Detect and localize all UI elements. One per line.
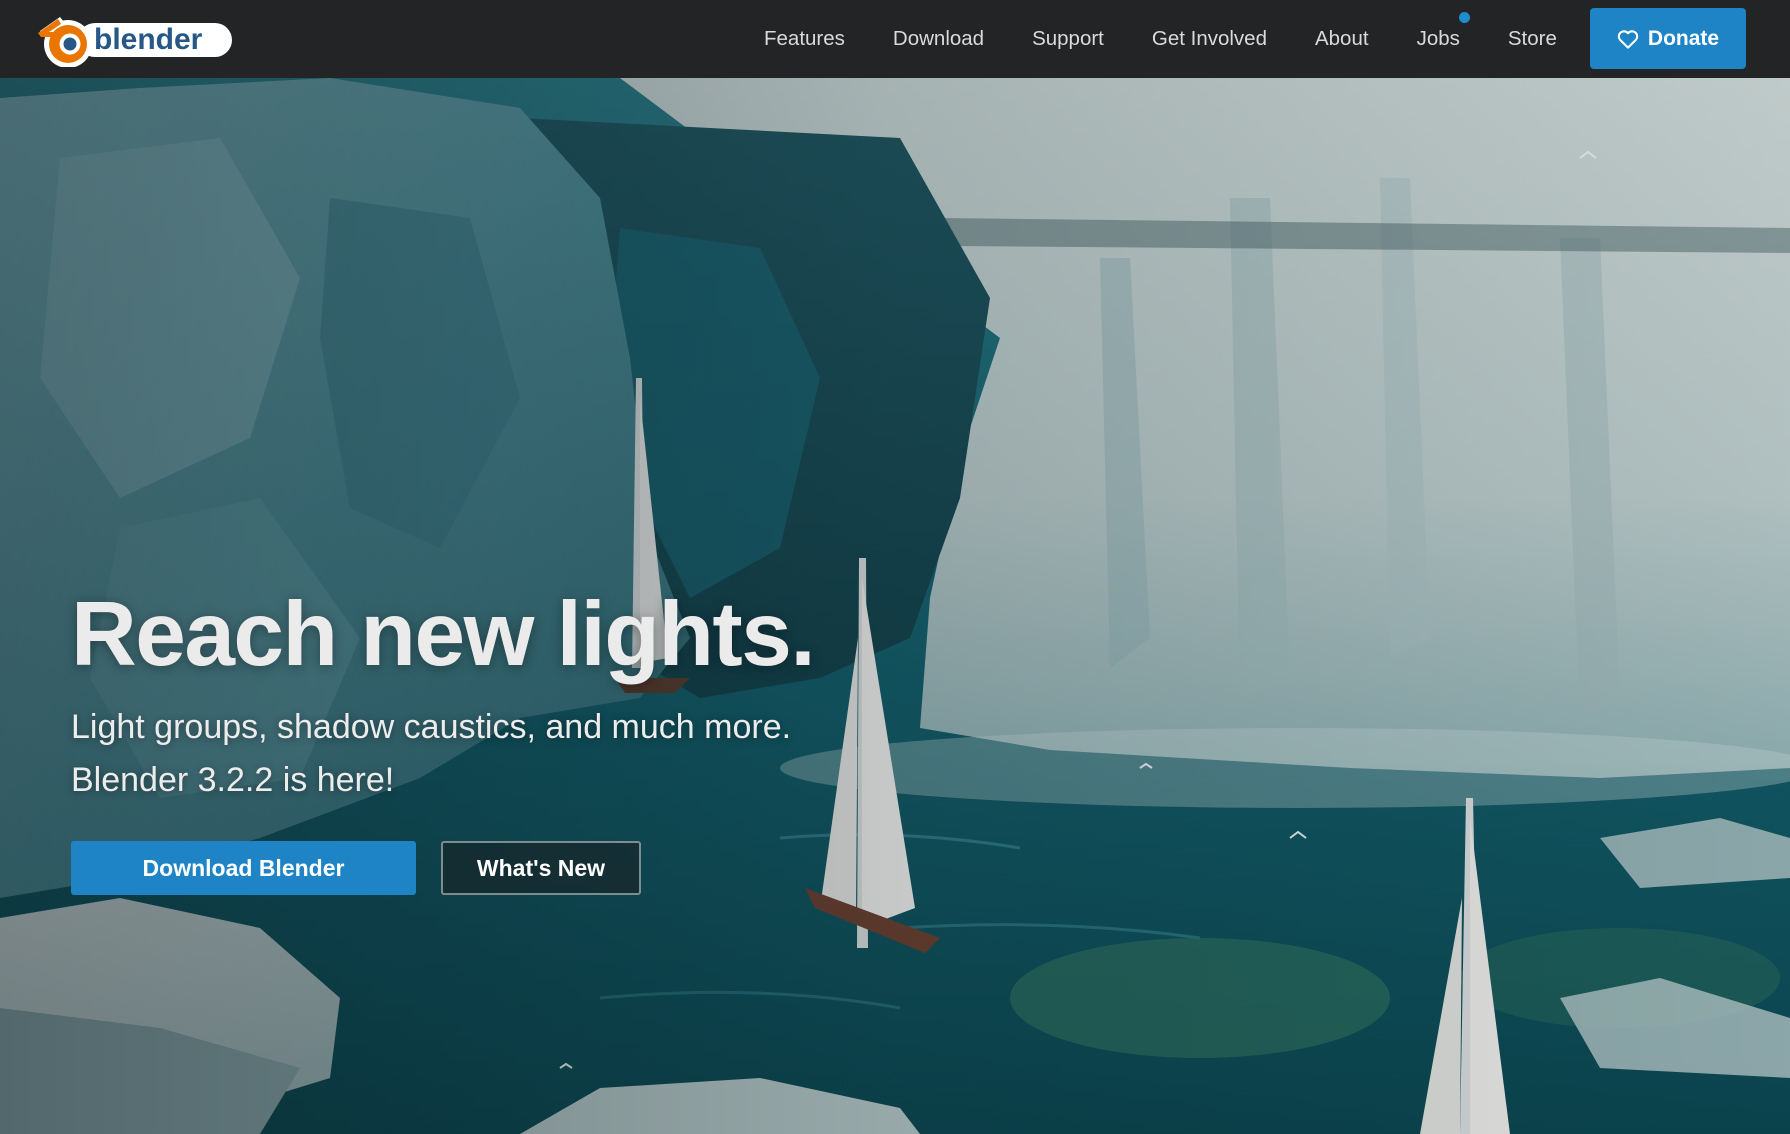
blender-logo[interactable]: blender (36, 9, 236, 67)
hero-subtitle-line-2: Blender 3.2.2 is here! (71, 761, 395, 799)
hero-title: Reach new lights. (71, 584, 816, 685)
nav-support[interactable]: Support (1008, 0, 1128, 78)
donate-button[interactable]: Donate (1590, 8, 1746, 69)
logo-wordmark: blender (94, 23, 203, 56)
nav-about[interactable]: About (1291, 0, 1393, 78)
jobs-notification-dot (1458, 12, 1470, 23)
nav-download[interactable]: Download (869, 0, 1008, 78)
whats-new-button[interactable]: What's New (441, 841, 641, 895)
hero-copy: Reach new lights. Light groups, shadow c… (71, 583, 971, 895)
hero-subtitle: Light groups, shadow caustics, and much … (71, 701, 971, 807)
nav-features[interactable]: Features (740, 0, 869, 78)
blender-logo-icon: blender (38, 17, 232, 67)
nav-get-involved[interactable]: Get Involved (1128, 0, 1291, 78)
hero-section: Reach new lights. Light groups, shadow c… (0, 78, 1790, 1134)
hero-buttons: Download Blender What's New (71, 841, 971, 895)
nav-jobs-label: Jobs (1416, 27, 1460, 50)
top-navbar: blender Features Download Support Get In… (0, 0, 1790, 78)
main-nav: Features Download Support Get Involved A… (740, 0, 1581, 78)
hero-subtitle-line-1: Light groups, shadow caustics, and much … (71, 708, 792, 746)
nav-jobs[interactable]: Jobs (1393, 0, 1484, 78)
nav-store[interactable]: Store (1484, 0, 1581, 78)
heart-icon (1617, 29, 1639, 49)
download-blender-button[interactable]: Download Blender (71, 841, 416, 895)
donate-label: Donate (1647, 26, 1720, 50)
